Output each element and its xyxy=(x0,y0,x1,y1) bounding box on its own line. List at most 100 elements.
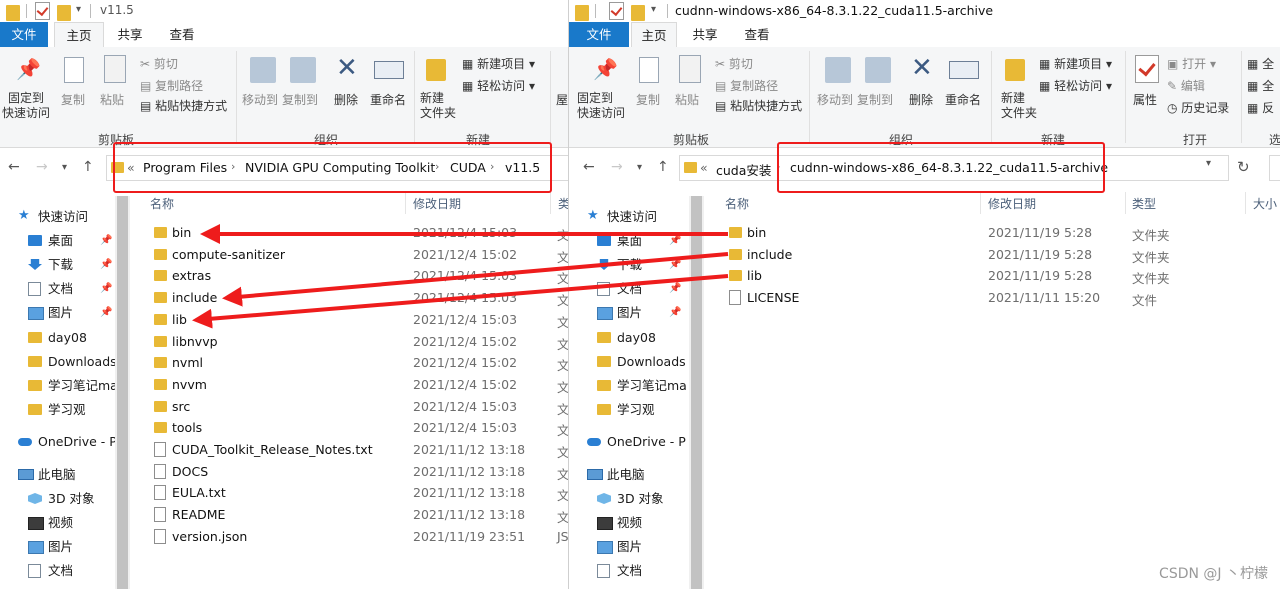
file-row[interactable]: bin 2021/11/19 5:28 文件夹 xyxy=(705,222,1280,243)
nav-item[interactable]: 视频 xyxy=(569,512,669,534)
column-type[interactable]: 类 xyxy=(558,195,568,212)
nav-item[interactable]: 图片 xyxy=(569,536,669,558)
file-row[interactable]: extras 2021/12/4 15:03 文 xyxy=(130,265,568,286)
nav-item[interactable]: Downloads xyxy=(569,351,686,373)
properties-button-partial[interactable]: 屋 xyxy=(556,91,568,108)
breadcrumb-cuda-install[interactable]: cuda安装 xyxy=(716,160,771,179)
column-date[interactable]: 修改日期 xyxy=(988,195,1036,212)
quick-access-dropdown-icon[interactable]: ▾ xyxy=(651,2,661,18)
file-row[interactable]: lib 2021/12/4 15:03 文 xyxy=(130,309,568,330)
paste-shortcut-button[interactable]: ▤ 粘贴快捷方式 xyxy=(140,97,227,114)
nav-item[interactable]: 桌面 📌 xyxy=(569,230,681,252)
copy-path-button[interactable]: ▤ 复制路径 xyxy=(140,77,203,94)
nav-item[interactable]: 视频 xyxy=(0,512,100,534)
file-row[interactable]: include 2021/11/19 5:28 文件夹 xyxy=(705,244,1280,265)
open-button[interactable]: ▣ 打开 ▾ xyxy=(1167,55,1216,72)
paste-shortcut-button[interactable]: ▤ 粘贴快捷方式 xyxy=(715,97,802,114)
back-arrow-icon[interactable]: ← xyxy=(583,159,595,175)
properties-button[interactable]: 属性 xyxy=(1133,91,1157,108)
nav-scrollbar[interactable] xyxy=(115,196,130,589)
forward-arrow-icon[interactable]: → xyxy=(611,159,623,175)
nav-item[interactable]: 下载 📌 xyxy=(0,254,112,276)
file-row[interactable]: src 2021/12/4 15:03 文 xyxy=(130,396,568,417)
nav-item[interactable]: OneDrive - P xyxy=(569,431,686,453)
new-item-button[interactable]: ▦ 新建项目 ▾ xyxy=(462,55,535,72)
nav-item[interactable]: 图片 📌 xyxy=(569,302,681,324)
file-row[interactable]: tools 2021/12/4 15:03 文 xyxy=(130,417,568,438)
nav-item[interactable]: 图片 📌 xyxy=(0,302,112,324)
file-row[interactable]: EULA.txt 2021/11/12 13:18 文 xyxy=(130,482,568,503)
file-row[interactable]: lib 2021/11/19 5:28 文件夹 xyxy=(705,265,1280,286)
easy-access-button[interactable]: ▦ 轻松访问 ▾ xyxy=(1039,77,1112,94)
edit-button[interactable]: ✎ 编辑 xyxy=(1167,77,1205,94)
nav-item[interactable]: 图片 xyxy=(0,536,100,558)
file-row[interactable]: nvvm 2021/12/4 15:02 文 xyxy=(130,374,568,395)
pin-to-quick-access-button[interactable]: 固定到 快速访问 xyxy=(2,91,50,121)
nav-scrollbar[interactable] xyxy=(689,196,704,589)
tab-file[interactable]: 文件 xyxy=(569,22,629,47)
nav-item[interactable]: 学习笔记ma xyxy=(569,375,687,397)
column-type[interactable]: 类型 xyxy=(1132,195,1156,212)
nav-item[interactable]: OneDrive - P xyxy=(0,431,117,453)
forward-arrow-icon[interactable]: → xyxy=(36,159,48,175)
nav-item[interactable]: Downloads xyxy=(0,351,117,373)
back-arrow-icon[interactable]: ← xyxy=(8,159,20,175)
column-date[interactable]: 修改日期 xyxy=(413,195,461,212)
paste-button[interactable]: 粘贴 xyxy=(675,91,699,108)
nav-item[interactable]: 文档 xyxy=(569,560,669,582)
invert-selection-button[interactable]: ▦ 反 xyxy=(1247,99,1274,116)
file-row[interactable]: version.json 2021/11/19 23:51 JS xyxy=(130,526,568,547)
nav-item[interactable]: 学习观 xyxy=(569,399,669,421)
select-none-button[interactable]: ▦ 全 xyxy=(1247,77,1274,94)
tab-view[interactable]: 查看 xyxy=(160,22,204,47)
search-box[interactable] xyxy=(1269,155,1280,181)
delete-button[interactable]: 删除 xyxy=(334,91,358,108)
file-row[interactable]: LICENSE 2021/11/11 15:20 文件 xyxy=(705,287,1280,308)
quick-access-dropdown-icon[interactable]: ▾ xyxy=(76,2,86,18)
copy-to-button[interactable]: 复制到 xyxy=(857,91,893,108)
column-size[interactable]: 大小 xyxy=(1253,195,1277,212)
move-to-button[interactable]: 移动到 xyxy=(817,91,853,108)
recent-dropdown-icon[interactable]: ▾ xyxy=(62,162,67,173)
up-arrow-icon[interactable]: ↑ xyxy=(82,159,94,175)
nav-item[interactable]: 桌面 📌 xyxy=(0,230,112,252)
paste-button[interactable]: 粘贴 xyxy=(100,91,124,108)
nav-item[interactable]: 学习观 xyxy=(0,399,100,421)
nav-item[interactable]: 此电脑 xyxy=(0,464,100,486)
address-dropdown-icon[interactable]: ▾ xyxy=(1206,158,1211,169)
nav-item[interactable]: 文档 xyxy=(0,560,100,582)
breadcrumb-overflow[interactable]: « xyxy=(700,160,708,175)
refresh-icon[interactable]: ↻ xyxy=(1237,158,1250,176)
file-row[interactable]: CUDA_Toolkit_Release_Notes.txt 2021/11/12… xyxy=(130,439,568,460)
tab-home[interactable]: 主页 xyxy=(631,22,677,48)
file-row[interactable]: compute-sanitizer 2021/12/4 15:02 文 xyxy=(130,244,568,265)
new-folder-quick-icon[interactable] xyxy=(57,5,71,21)
tab-view[interactable]: 查看 xyxy=(735,22,779,47)
scrollbar-thumb[interactable] xyxy=(117,196,128,589)
copy-path-button[interactable]: ▤ 复制路径 xyxy=(715,77,778,94)
history-button[interactable]: ◷ 历史记录 xyxy=(1167,99,1229,116)
file-row[interactable]: README 2021/11/12 13:18 文 xyxy=(130,504,568,525)
new-item-button[interactable]: ▦ 新建项目 ▾ xyxy=(1039,55,1112,72)
scrollbar-thumb[interactable] xyxy=(691,196,702,589)
nav-item[interactable]: 此电脑 xyxy=(569,464,669,486)
copy-button[interactable]: 复制 xyxy=(636,91,660,108)
tab-share[interactable]: 共享 xyxy=(108,22,152,47)
nav-item[interactable]: 文档 📌 xyxy=(0,278,112,300)
file-row[interactable]: include 2021/12/4 15:03 文 xyxy=(130,287,568,308)
nav-item[interactable]: day08 xyxy=(0,327,100,349)
nav-item[interactable]: 学习笔记ma xyxy=(0,375,118,397)
nav-item[interactable]: ★ 快速访问 xyxy=(569,206,669,228)
tab-share[interactable]: 共享 xyxy=(683,22,727,47)
nav-item[interactable]: 文档 📌 xyxy=(569,278,681,300)
column-name[interactable]: 名称 xyxy=(725,195,749,212)
move-to-button[interactable]: 移动到 xyxy=(242,91,278,108)
delete-button[interactable]: 删除 xyxy=(909,91,933,108)
file-row[interactable]: bin 2021/12/4 15:03 文 xyxy=(130,222,568,243)
nav-item[interactable]: 3D 对象 xyxy=(569,488,669,510)
tab-file[interactable]: 文件 xyxy=(0,22,48,47)
copy-to-button[interactable]: 复制到 xyxy=(282,91,318,108)
nav-item[interactable]: day08 xyxy=(569,327,669,349)
cut-button[interactable]: ✂ 剪切 xyxy=(715,55,753,72)
new-folder-button[interactable]: 新建 文件夹 xyxy=(1001,91,1037,121)
